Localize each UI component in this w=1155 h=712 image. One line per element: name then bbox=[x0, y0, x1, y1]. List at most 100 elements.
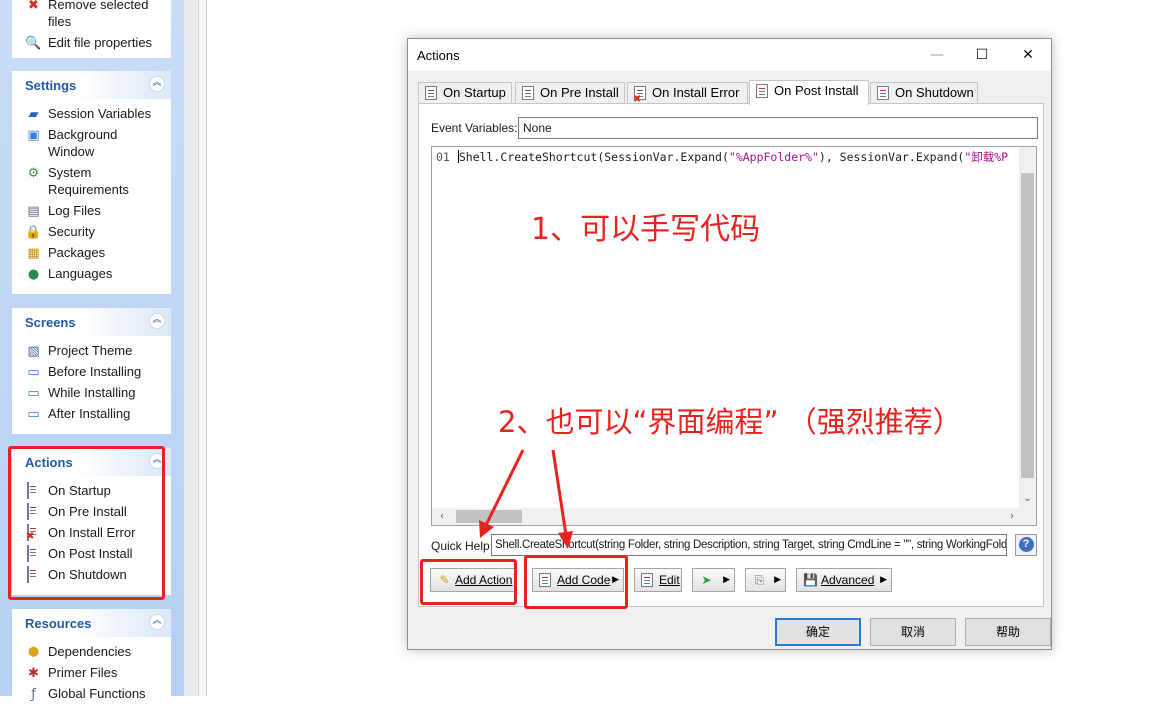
actions-highlight-box bbox=[8, 446, 165, 600]
close-icon[interactable]: ✕ bbox=[1005, 43, 1051, 67]
collapse-icon[interactable]: ︽ bbox=[149, 614, 165, 630]
sidebar-item-system-requirements[interactable]: ⚙ System Requirements bbox=[25, 164, 171, 198]
log-icon: ▤ bbox=[27, 204, 40, 219]
sidebar-item-while-installing[interactable]: ▭ While Installing bbox=[25, 384, 171, 401]
tab-on-startup[interactable]: On Startup bbox=[418, 82, 512, 104]
script-error-icon bbox=[633, 86, 646, 110]
sidebar-item-label: Primer Files bbox=[48, 665, 118, 680]
remove-icon: ✖ bbox=[28, 0, 39, 13]
sidebar-item-log-files[interactable]: ▤ Log Files bbox=[25, 202, 171, 219]
sidebar-item-label: Background Window bbox=[48, 127, 118, 159]
panel-title: Settings bbox=[25, 78, 77, 93]
dependencies-icon: ⬢ bbox=[27, 645, 40, 660]
screens-panel-header[interactable]: Screens ︽ bbox=[12, 308, 171, 336]
event-variables-field[interactable]: None bbox=[518, 117, 1038, 139]
code-text: ), SessionVar.Expand( bbox=[818, 150, 965, 164]
tab-on-install-error[interactable]: On Install Error bbox=[627, 82, 748, 110]
cancel-button[interactable]: 取消 bbox=[870, 618, 956, 646]
ok-button[interactable]: 确定 bbox=[775, 618, 861, 646]
panel-title: Resources bbox=[25, 616, 92, 631]
settings-panel: Settings ︽ ▰ Session Variables ▣ Backgro… bbox=[12, 71, 171, 294]
dialog-title: Actions bbox=[417, 48, 460, 63]
collapse-icon[interactable]: ︽ bbox=[149, 313, 165, 329]
advanced-button[interactable]: 💾 Advanced ▶ bbox=[796, 568, 892, 592]
move-button[interactable]: ➤ ▶ bbox=[692, 568, 735, 592]
sidebar-item-label: Security bbox=[48, 224, 95, 239]
sidebar-item-security[interactable]: 🔒 Security bbox=[25, 223, 171, 240]
chevron-right-icon[interactable]: › bbox=[1010, 508, 1014, 525]
chevron-down-icon[interactable]: ⌄ bbox=[1019, 493, 1036, 507]
code-string: "%AppFolder%" bbox=[728, 150, 819, 164]
magnifier-icon: 🔍 bbox=[25, 36, 42, 51]
tab-label: On Shutdown bbox=[895, 85, 974, 100]
button-label: Edit bbox=[659, 573, 680, 587]
sidebar-item-label: Dependencies bbox=[48, 644, 132, 659]
resources-panel-header[interactable]: Resources ︽ bbox=[12, 609, 171, 637]
horizontal-scrollbar[interactable]: ‹ › bbox=[432, 508, 1036, 525]
title-bar[interactable]: Actions — ☐ ✕ bbox=[408, 39, 1051, 71]
requirements-icon: ⚙ bbox=[27, 166, 40, 181]
sidebar-item-before-installing[interactable]: ▭ Before Installing bbox=[25, 363, 171, 380]
code-text: Shell.CreateShortcut(SessionVar.Expand( bbox=[458, 150, 729, 164]
tab-on-post-install[interactable]: On Post Install bbox=[749, 80, 869, 105]
maximize-icon[interactable]: ☐ bbox=[959, 43, 1005, 67]
sidebar-item-label: Global Functions bbox=[48, 686, 146, 701]
script-icon bbox=[522, 86, 534, 100]
vertical-scrollbar[interactable]: ⌄ bbox=[1019, 147, 1036, 509]
edit-icon bbox=[641, 573, 656, 587]
sidebar-item-session-variables[interactable]: ▰ Session Variables bbox=[25, 105, 171, 122]
sidebar-item-label: Log Files bbox=[48, 203, 101, 218]
tab-on-shutdown[interactable]: On Shutdown bbox=[870, 82, 978, 104]
window-icon: ▣ bbox=[27, 128, 40, 143]
edit-file-properties-item[interactable]: 🔍 Edit file properties bbox=[25, 34, 171, 51]
chevron-left-icon[interactable]: ‹ bbox=[440, 508, 444, 525]
screen-icon: ▭ bbox=[27, 386, 40, 401]
scrollbar-thumb[interactable] bbox=[456, 510, 522, 523]
quick-help-label: Quick Help: bbox=[431, 539, 494, 553]
sidebar-item-label: While Installing bbox=[48, 385, 136, 400]
code-line: 01 Shell.CreateShortcut(SessionVar.Expand… bbox=[436, 149, 1008, 165]
remove-selected-files-item[interactable]: ✖ Remove selected files bbox=[25, 0, 171, 30]
sidebar-item-label: Session Variables bbox=[48, 106, 152, 121]
sidebar-item-label: Packages bbox=[48, 245, 106, 260]
tab-label: On Startup bbox=[443, 85, 506, 100]
help-button[interactable]: ? bbox=[1015, 534, 1037, 556]
sidebar-item-project-theme[interactable]: ▧ Project Theme bbox=[25, 342, 171, 359]
files-panel: ✖ Remove selected files 🔍 Edit file prop… bbox=[12, 0, 171, 58]
code-editor[interactable]: 01 Shell.CreateShortcut(SessionVar.Expand… bbox=[431, 146, 1037, 526]
sidebar-item-dependencies[interactable]: ⬢ Dependencies bbox=[25, 643, 171, 660]
sidebar-item-label: System Requirements bbox=[48, 165, 129, 197]
sidebar-item-primer-files[interactable]: ✱ Primer Files bbox=[25, 664, 171, 681]
resources-panel: Resources ︽ ⬢ Dependencies ✱ Primer File… bbox=[12, 609, 171, 709]
tab-label: On Install Error bbox=[652, 85, 740, 100]
primer-icon: ✱ bbox=[28, 666, 39, 681]
sidebar-item-label: Remove selected files bbox=[48, 0, 149, 29]
annotation-handwrite-code: 1、可以手写代码 bbox=[531, 212, 761, 247]
help-footer-button[interactable]: 帮助 bbox=[965, 618, 1051, 646]
dropdown-arrow-icon: ▶ bbox=[880, 575, 887, 585]
settings-panel-header[interactable]: Settings ︽ bbox=[12, 71, 171, 99]
add-code-highlight-box bbox=[524, 555, 628, 609]
screens-panel: Screens ︽ ▧ Project Theme ▭ Before Insta… bbox=[12, 308, 171, 434]
scrollbar-thumb[interactable] bbox=[1021, 173, 1034, 478]
sidebar-item-packages[interactable]: ▦ Packages bbox=[25, 244, 171, 261]
arrow-green-icon: ➤ bbox=[701, 573, 712, 587]
sidebar-item-global-functions[interactable]: ƒ Global Functions bbox=[25, 685, 171, 702]
tab-label: On Pre Install bbox=[540, 85, 619, 100]
quick-help-field[interactable]: Shell.CreateShortcut(string Folder, stri… bbox=[491, 534, 1007, 556]
splitter[interactable] bbox=[184, 0, 199, 696]
dropdown-arrow-icon: ▶ bbox=[723, 575, 730, 585]
clipboard-button[interactable]: ⎘ ▶ bbox=[745, 568, 786, 592]
sidebar-item-label: After Installing bbox=[48, 406, 131, 421]
minimize-icon[interactable]: — bbox=[914, 43, 960, 67]
save-icon: 💾 bbox=[803, 573, 818, 587]
collapse-icon[interactable]: ︽ bbox=[149, 76, 165, 92]
sidebar-item-label: Project Theme bbox=[48, 343, 133, 358]
sidebar-item-after-installing[interactable]: ▭ After Installing bbox=[25, 405, 171, 422]
tab-on-pre-install[interactable]: On Pre Install bbox=[515, 82, 625, 104]
sidebar-item-background-window[interactable]: ▣ Background Window bbox=[25, 126, 171, 160]
sidebar-item-languages[interactable]: ● Languages bbox=[25, 265, 171, 282]
annotation-ui-programming: 2、也可以“界面编程” （强烈推荐） bbox=[498, 405, 962, 439]
edit-button[interactable]: Edit bbox=[634, 568, 682, 592]
script-icon bbox=[425, 86, 437, 100]
